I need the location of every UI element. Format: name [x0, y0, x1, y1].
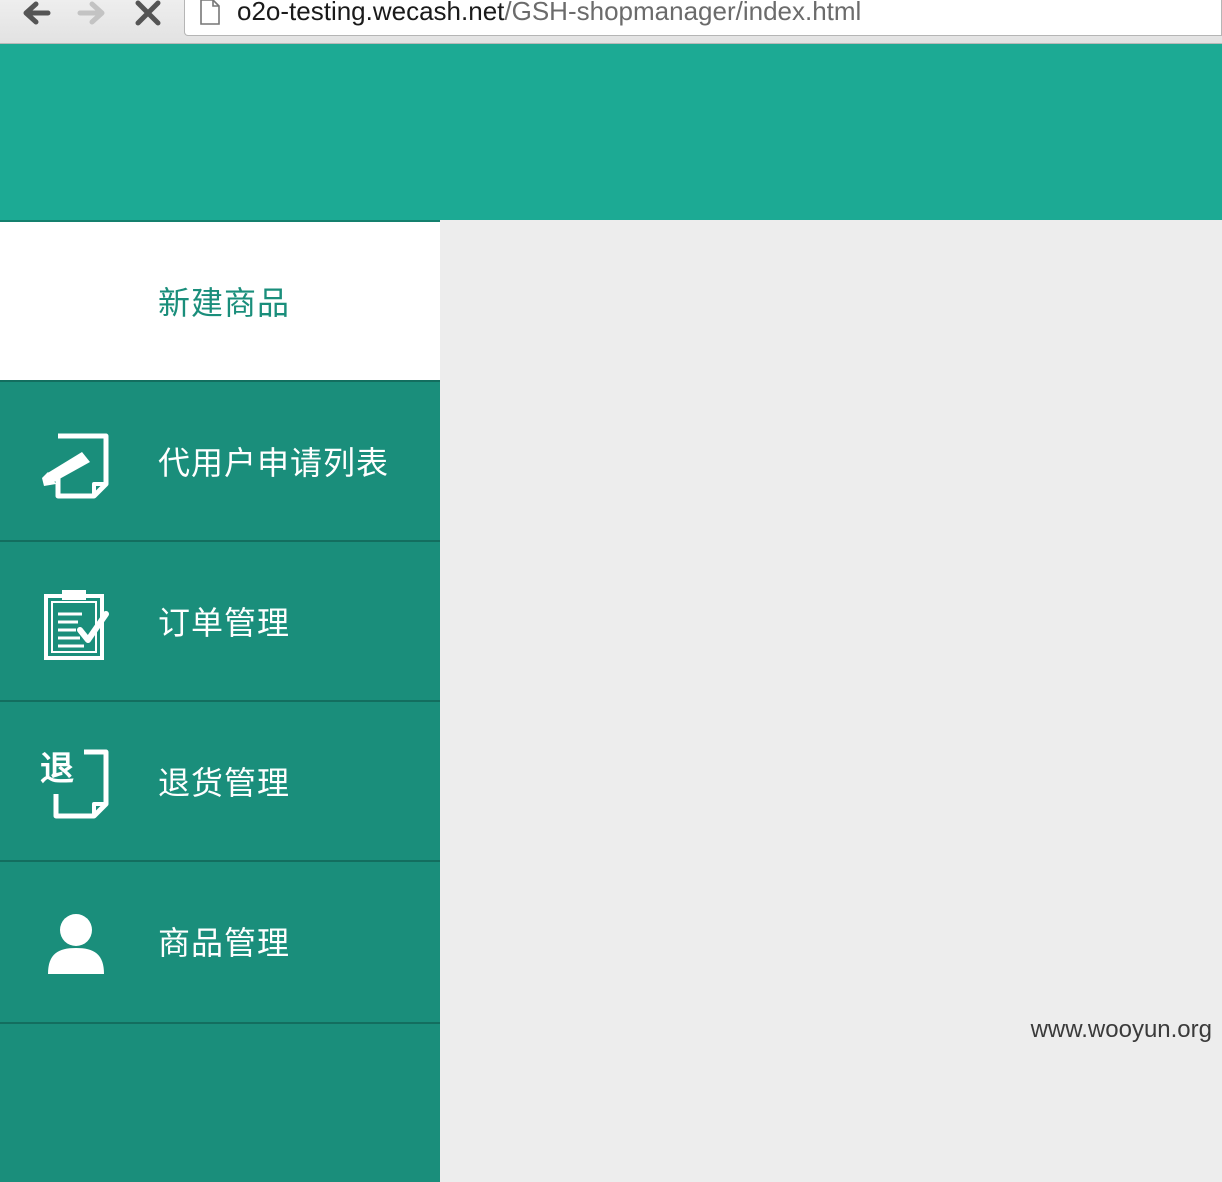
sidebar-item-order-management[interactable]: 订单管理 [0, 540, 440, 700]
sidebar-item-label: 订单管理 [158, 542, 290, 700]
sidebar-nav: 新建商品 代用户申请列表 订单管理 退 退货管理 [0, 220, 440, 1060]
user-icon [36, 906, 112, 982]
arrow-left-icon [18, 0, 54, 28]
url-text[interactable]: o2o-testing.wecash.net/GSH-shopmanager/i… [237, 0, 861, 28]
forward-button[interactable] [72, 0, 112, 28]
edit-document-icon [36, 426, 112, 502]
sidebar-item-product-management[interactable]: 商品管理 [0, 860, 440, 1020]
address-bar[interactable]: o2o-testing.wecash.net/GSH-shopmanager/i… [184, 0, 1222, 36]
stop-button[interactable] [128, 0, 168, 28]
close-icon [133, 0, 163, 28]
sidebar-item-new-product[interactable]: 新建商品 [0, 220, 440, 380]
sidebar-item-proxy-applications[interactable]: 代用户申请列表 [0, 380, 440, 540]
sidebar-item-label: 新建商品 [158, 222, 290, 380]
watermark: www.wooyun.org [1031, 1016, 1212, 1044]
sidebar-item-label: 退货管理 [158, 702, 290, 860]
sidebar-item-label: 商品管理 [158, 862, 290, 1020]
sidebar-item-label: 代用户申请列表 [158, 382, 389, 540]
main-content [440, 220, 1222, 1060]
arrow-right-icon [74, 0, 110, 28]
page-icon [199, 0, 221, 26]
return-document-icon: 退 [36, 746, 112, 822]
browser-toolbar: o2o-testing.wecash.net/GSH-shopmanager/i… [0, 0, 1222, 44]
url-path: /GSH-shopmanager/index.html [504, 0, 861, 26]
sidebar-item-return-management[interactable]: 退 退货管理 [0, 700, 440, 860]
sidebar-item-next[interactable] [0, 1022, 440, 1182]
app-header [0, 44, 1222, 220]
svg-text:退: 退 [40, 749, 74, 789]
url-host: o2o-testing.wecash.net [237, 0, 504, 26]
clipboard-check-icon [36, 586, 112, 662]
back-button[interactable] [16, 0, 56, 28]
